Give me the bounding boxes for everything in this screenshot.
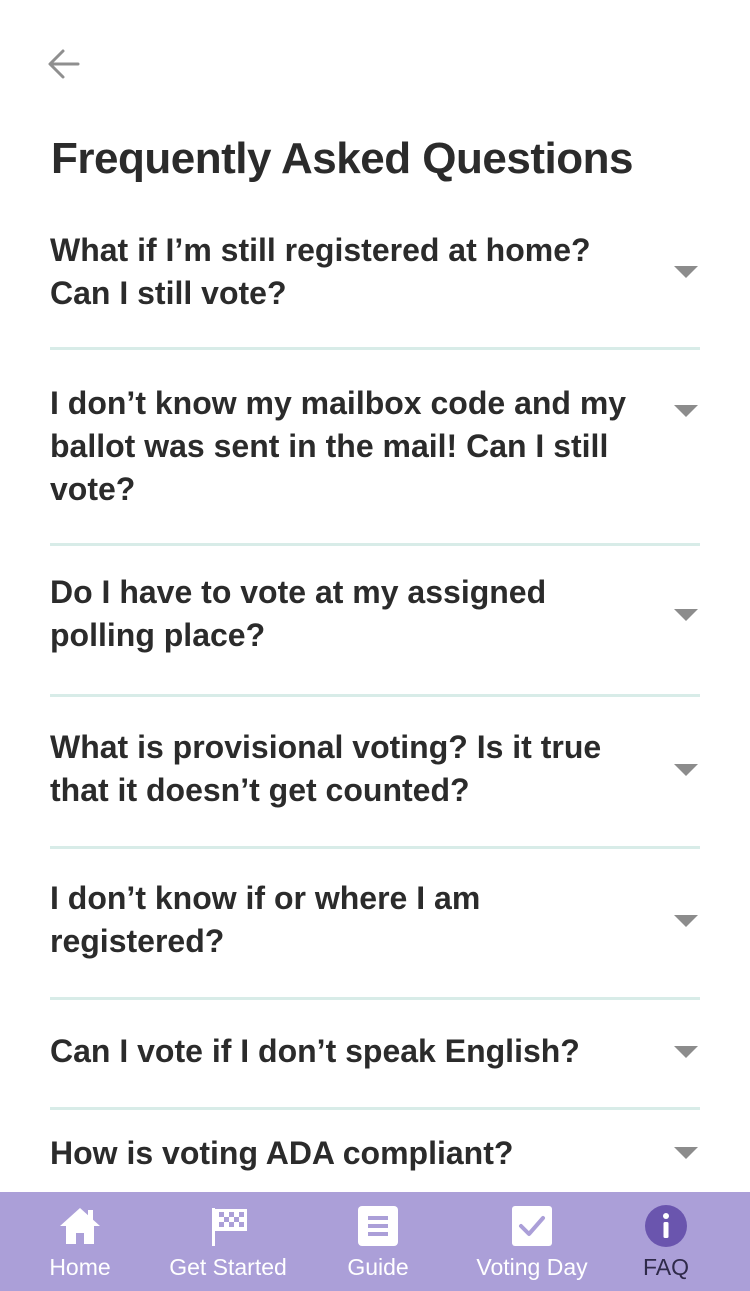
faq-item[interactable]: I don’t know my mailbox code and my ball… <box>50 350 700 546</box>
faq-item[interactable]: I don’t know if or where I am registered… <box>50 849 700 1000</box>
guide-list-icon <box>358 1206 398 1246</box>
faq-question: Can I vote if I don’t speak English? <box>50 1033 580 1069</box>
info-icon <box>645 1205 687 1247</box>
tab-faq[interactable]: FAQ <box>634 1192 698 1291</box>
home-icon <box>60 1208 100 1244</box>
chevron-down-icon <box>674 609 698 621</box>
tab-voting-day[interactable]: Voting Day <box>460 1192 604 1291</box>
chevron-down-icon <box>674 265 698 278</box>
back-button[interactable] <box>44 44 84 84</box>
faq-question: I don’t know if or where I am registered… <box>50 880 481 959</box>
chevron-down-icon <box>674 1147 698 1159</box>
faq-question: Do I have to vote at my assigned polling… <box>50 574 547 653</box>
chevron-down-icon <box>674 915 698 927</box>
tab-get-started[interactable]: Get Started <box>158 1192 298 1291</box>
tab-label: Guide <box>347 1254 409 1280</box>
page-title: Frequently Asked Questions <box>51 134 633 183</box>
back-arrow-icon <box>48 49 80 79</box>
faq-screen: Frequently Asked Questions What if I’m s… <box>0 0 750 1291</box>
bottom-tab-bar: Home Get Started Guide Voting Day FAQ <box>0 1192 750 1291</box>
checkbox-icon <box>512 1206 552 1246</box>
chevron-down-icon <box>674 1045 698 1058</box>
tab-label: Get Started <box>169 1254 287 1280</box>
tab-home[interactable]: Home <box>36 1192 124 1291</box>
faq-question: How is voting ADA compliant? <box>50 1134 514 1171</box>
faq-question: What is provisional voting? Is it true t… <box>50 728 602 808</box>
tab-label: Home <box>49 1254 111 1280</box>
faq-item[interactable]: Do I have to vote at my assigned polling… <box>50 546 700 697</box>
faq-item[interactable]: What is provisional voting? Is it true t… <box>50 697 700 849</box>
faq-question: What if I’m still registered at home? Ca… <box>50 231 591 311</box>
tab-label: FAQ <box>642 1254 689 1280</box>
faq-question: I don’t know my mailbox code and my ball… <box>50 385 627 507</box>
faq-item[interactable]: What if I’m still registered at home? Ca… <box>50 212 700 350</box>
faq-item[interactable]: Can I vote if I don’t speak English? <box>50 1000 700 1110</box>
checkered-flag-icon <box>212 1208 247 1246</box>
faq-list: What if I’m still registered at home? Ca… <box>50 212 700 1210</box>
tab-label: Voting Day <box>476 1254 588 1280</box>
chevron-down-icon <box>674 763 698 776</box>
chevron-down-icon <box>674 405 698 417</box>
tab-guide[interactable]: Guide <box>338 1192 418 1291</box>
